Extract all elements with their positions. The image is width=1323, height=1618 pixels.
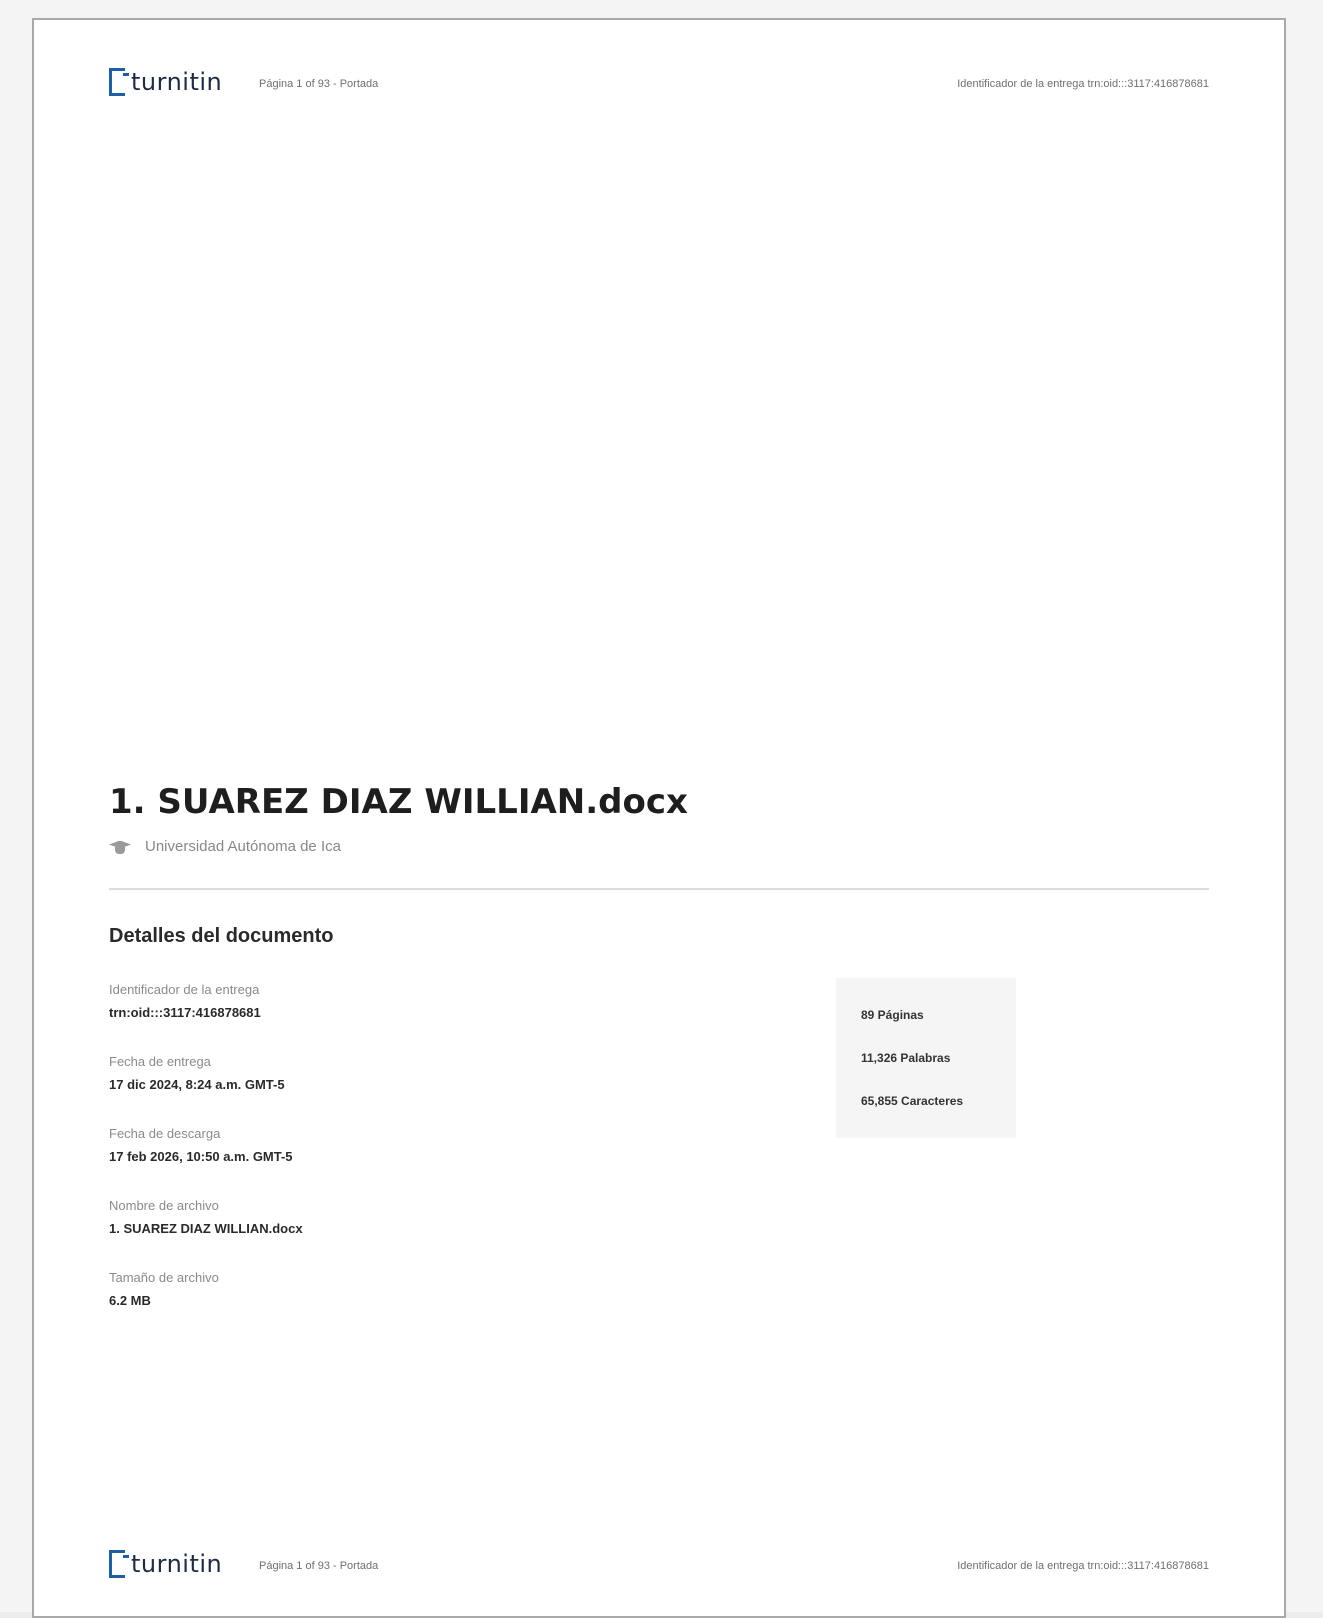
page-label: Página 1 of 93 - Portada	[259, 1560, 379, 1572]
submission-id-footer: Identificador de la entrega trn:oid:::31…	[957, 1560, 1209, 1572]
field-label: Identificador de la entrega	[109, 982, 260, 997]
logo-text: turnitin	[131, 1550, 223, 1578]
word-count: 11,326 Palabras	[861, 1051, 951, 1065]
field-value: 6.2 MB	[109, 1293, 151, 1308]
institution: Universidad Autónoma de Ica	[109, 838, 341, 855]
section-title: Detalles del documento	[109, 925, 334, 947]
graduation-cap-icon	[109, 839, 131, 855]
turnitin-logo-icon	[109, 68, 129, 96]
field-label: Tamaño de archivo	[109, 1270, 219, 1285]
field-value: trn:oid:::3117:416878681	[109, 1005, 261, 1020]
document-details: Identificador de la entrega trn:oid:::31…	[109, 982, 609, 1342]
character-count: 65,855 Caracteres	[861, 1094, 964, 1108]
page-header: turnitin Página 1 of 93 - Portada Identi…	[109, 68, 1209, 108]
field-value: 17 dic 2024, 8:24 a.m. GMT-5	[109, 1077, 285, 1092]
field-value: 17 feb 2026, 10:50 a.m. GMT-5	[109, 1149, 293, 1164]
detail-field: Identificador de la entrega trn:oid:::31…	[109, 982, 609, 1054]
page-count: 89 Páginas	[861, 1008, 924, 1022]
page-footer: turnitin Página 1 of 93 - Portada Identi…	[109, 1550, 1209, 1590]
turnitin-logo: turnitin	[109, 68, 222, 96]
page-label: Página 1 of 93 - Portada	[259, 78, 379, 90]
document-page: turnitin Página 1 of 93 - Portada Identi…	[32, 18, 1286, 1618]
detail-field: Fecha de entrega 17 dic 2024, 8:24 a.m. …	[109, 1054, 609, 1126]
turnitin-logo: turnitin	[109, 1550, 222, 1578]
detail-field: Tamaño de archivo 6.2 MB	[109, 1270, 609, 1342]
field-value: 1. SUAREZ DIAZ WILLIAN.docx	[109, 1221, 303, 1236]
document-stats: 89 Páginas 11,326 Palabras 65,855 Caract…	[836, 978, 1016, 1138]
detail-field: Nombre de archivo 1. SUAREZ DIAZ WILLIAN…	[109, 1198, 609, 1270]
submission-id-header: Identificador de la entrega trn:oid:::31…	[957, 78, 1209, 90]
document-title: 1. SUAREZ DIAZ WILLIAN.docx	[109, 782, 688, 822]
institution-name: Universidad Autónoma de Ica	[145, 838, 341, 855]
logo-text: turnitin	[131, 68, 223, 96]
divider	[109, 888, 1209, 890]
turnitin-logo-icon	[109, 1550, 129, 1578]
detail-field: Fecha de descarga 17 feb 2026, 10:50 a.m…	[109, 1126, 609, 1198]
field-label: Nombre de archivo	[109, 1198, 219, 1213]
document-viewer: turnitin Página 1 of 93 - Portada Identi…	[0, 0, 1323, 1618]
field-label: Fecha de entrega	[109, 1054, 211, 1069]
field-label: Fecha de descarga	[109, 1126, 221, 1141]
